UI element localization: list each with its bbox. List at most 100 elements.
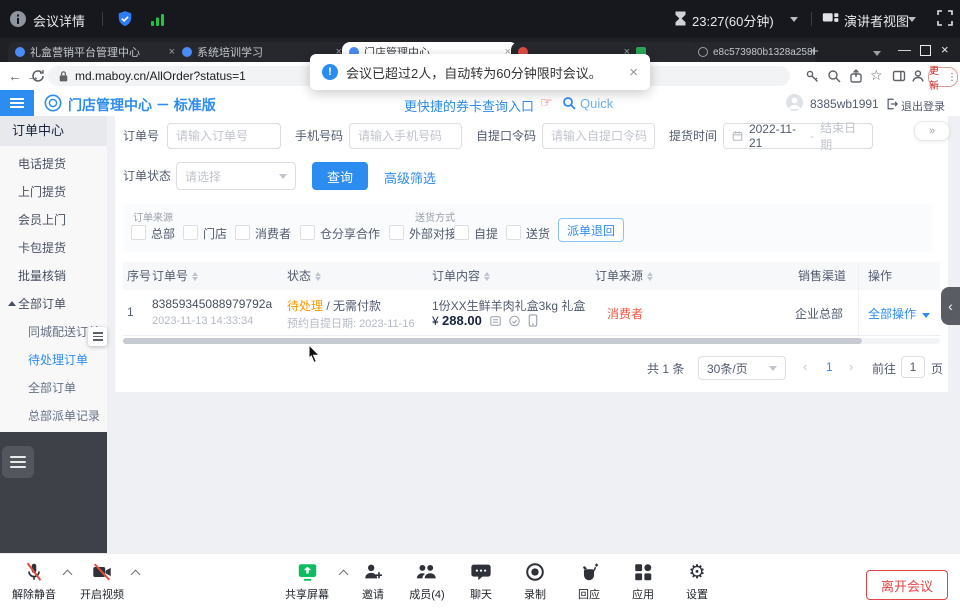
next-page-icon[interactable]: › (849, 359, 853, 374)
badge-icon[interactable] (508, 315, 521, 327)
table-row[interactable]: 1 83859345088979792a 2023-11-13 14:33:34… (123, 290, 940, 336)
chat-icon (453, 560, 509, 584)
sidebar-toggle-button[interactable] (0, 90, 34, 116)
tab-favicon (182, 47, 192, 57)
video-options-chevron[interactable] (131, 570, 141, 580)
url-text: md.maboy.cn/AllOrder?status=1 (75, 69, 246, 83)
mic-options-chevron[interactable] (63, 570, 73, 580)
checkbox-external[interactable]: 外部对接 (389, 225, 457, 242)
col-status[interactable]: 状态 (287, 262, 321, 290)
phone-icon[interactable] (528, 314, 538, 327)
query-button[interactable]: 查询 (312, 162, 368, 190)
meeting-panel-handle[interactable]: ‹ (941, 287, 960, 325)
sort-icon[interactable] (484, 272, 490, 281)
sidebar-subitem-all-orders[interactable]: 全部订单 (0, 374, 107, 402)
info-icon[interactable] (10, 11, 26, 30)
pickup-code-input[interactable] (542, 123, 655, 149)
page-size-select[interactable]: 30条/页 (698, 356, 786, 380)
share-icon[interactable] (849, 69, 863, 88)
quick-search-icon[interactable] (562, 96, 576, 115)
network-signal-icon[interactable] (150, 12, 166, 29)
hscrollbar-thumb[interactable] (123, 338, 862, 344)
members-button[interactable]: 成员(4) (399, 560, 455, 602)
select-caret-icon (769, 366, 777, 371)
security-shield-icon[interactable] (115, 9, 135, 32)
view-caret-icon[interactable] (908, 17, 916, 22)
action-caret-icon (922, 313, 930, 318)
unmute-button[interactable]: 解除静音 (6, 560, 62, 602)
tab-search-icon[interactable] (873, 51, 881, 56)
sort-icon[interactable] (315, 272, 321, 281)
settings-button[interactable]: ⚙ 设置 (669, 560, 725, 602)
sidebar-item-member-visit[interactable]: 会员上门 (0, 206, 107, 234)
sidebar-item-phone-pickup[interactable]: 电话提货 (0, 150, 107, 178)
col-content[interactable]: 订单内容 (432, 262, 490, 290)
bookmark-star-icon[interactable]: ☆ (870, 67, 883, 84)
browser-update-button[interactable]: 更新 ⋮ (928, 67, 958, 87)
advanced-filter-link[interactable]: 高级筛选 (384, 168, 436, 187)
record-button[interactable]: 录制 (507, 560, 563, 602)
action-dropdown[interactable]: 全部操作 (868, 305, 930, 322)
checkbox-hq[interactable]: 总部 (131, 225, 175, 242)
col-order-no[interactable]: 订单号 (152, 262, 198, 290)
meeting-details-link[interactable]: 会议详情 (33, 11, 85, 30)
checkbox-self-pickup[interactable]: 自提 (454, 225, 498, 242)
floating-list-widget[interactable] (2, 446, 34, 478)
sidebar-item-card-pickup[interactable]: 卡包提货 (0, 234, 107, 262)
dispatch-return-button[interactable]: 派单退回 (558, 218, 624, 242)
hourglass-icon (673, 10, 688, 30)
promo-link[interactable]: 更快捷的券卡查询入口 (404, 96, 534, 115)
profile-icon[interactable] (911, 69, 925, 88)
leave-meeting-button[interactable]: 离开会议 (866, 570, 948, 600)
phone-input[interactable] (349, 123, 462, 149)
col-source[interactable]: 订单来源 (595, 262, 653, 290)
apps-button[interactable]: 应用 (615, 560, 671, 602)
invite-button[interactable]: 邀请 (345, 560, 401, 602)
view-mode-label[interactable]: 演讲者视图 (844, 11, 909, 30)
receipt-icon[interactable] (489, 315, 502, 327)
chat-button[interactable]: 聊天 (453, 560, 509, 602)
back-icon[interactable]: ← (8, 62, 22, 90)
order-status-select[interactable]: 请选择 (176, 162, 296, 190)
start-video-button[interactable]: 开启视频 (74, 560, 130, 602)
date-end-placeholder: 结束日期 (820, 119, 864, 153)
window-minimize-icon[interactable]: — (898, 42, 911, 57)
table-hscrollbar[interactable] (123, 338, 940, 344)
order-no-input[interactable] (167, 123, 281, 149)
window-close-icon[interactable]: × (941, 42, 949, 57)
checkbox-store[interactable]: 门店 (183, 225, 227, 242)
sidebar-item-batch-verify[interactable]: 批量核销 (0, 262, 107, 290)
floating-menu-button[interactable] (88, 327, 107, 346)
reload-icon[interactable] (31, 69, 45, 88)
reactions-button[interactable]: 回应 (561, 560, 617, 602)
sidebar-subitem-hq-dispatch-log[interactable]: 总部派单记录 (0, 402, 107, 430)
timer-caret-icon[interactable] (790, 17, 798, 22)
sidebar-item-all-orders[interactable]: 全部订单 (0, 290, 107, 318)
fullscreen-icon[interactable] (937, 10, 953, 29)
checkbox-warehouse-share[interactable]: 仓分享合作 (300, 225, 380, 242)
key-icon[interactable] (805, 69, 819, 88)
checkbox-consumer[interactable]: 消费者 (235, 225, 291, 242)
window-maximize-icon[interactable] (920, 45, 931, 56)
banner-close-icon[interactable]: × (629, 64, 638, 81)
share-screen-button[interactable]: 共享屏幕 (279, 560, 335, 602)
sort-icon[interactable] (192, 272, 198, 281)
browser-tab[interactable]: 礼盒营销平台管理中心 × (8, 42, 182, 62)
date-range-picker[interactable]: 2022-11-21 - 结束日期 (723, 123, 873, 149)
sidebar-item-door-pickup[interactable]: 上门提货 (0, 178, 107, 206)
zoom-icon[interactable] (827, 69, 841, 88)
new-tab-icon[interactable]: + (810, 43, 819, 60)
username[interactable]: 8385wb1991 (810, 97, 879, 111)
checkbox-delivery[interactable]: 送货 (506, 225, 550, 242)
side-panel-icon[interactable] (892, 69, 906, 88)
logout-link[interactable]: 退出登录 (901, 98, 945, 114)
collapse-filters-button[interactable]: » (914, 121, 950, 141)
sidebar-subitem-pending-orders[interactable]: 待处理订单 (0, 346, 107, 374)
goto-page-input[interactable] (901, 356, 925, 378)
current-page[interactable]: 1 (826, 360, 833, 374)
invite-label: 邀请 (345, 586, 401, 602)
sort-icon[interactable] (647, 272, 653, 281)
quick-label[interactable]: Quick (580, 96, 613, 111)
prev-page-icon[interactable]: ‹ (803, 359, 807, 374)
browser-tab[interactable]: e8c573980b1328a258fd2e6... × (691, 42, 815, 62)
